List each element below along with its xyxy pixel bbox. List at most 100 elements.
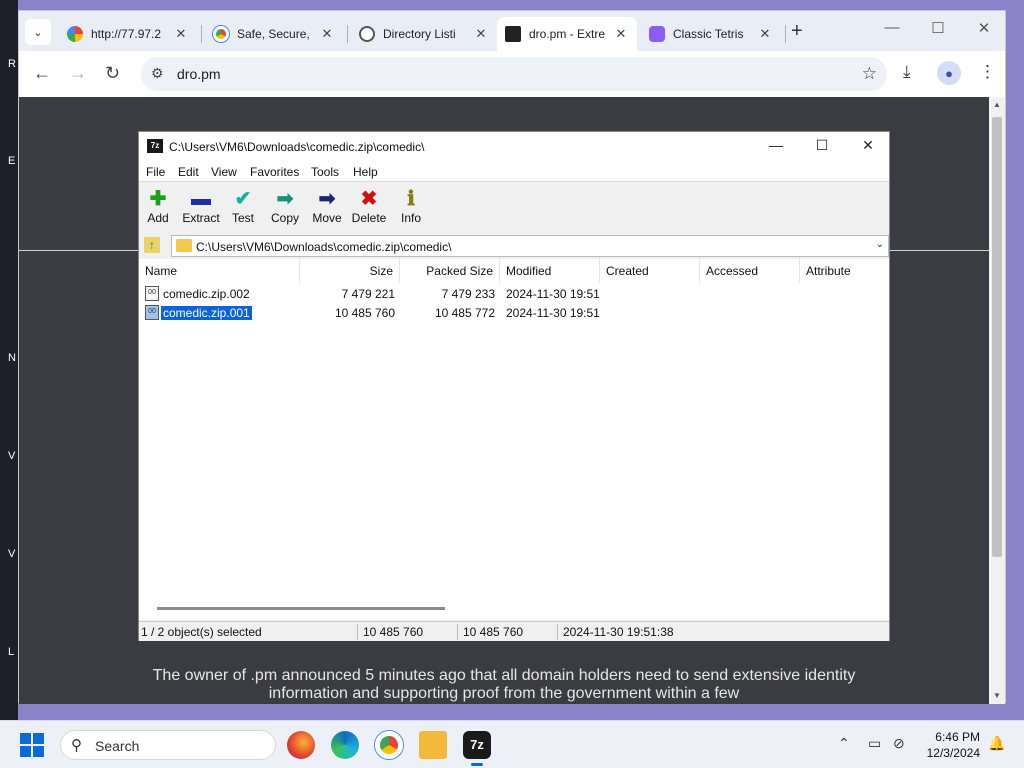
close-icon[interactable]: ✕: [969, 19, 999, 37]
taskbar-search[interactable]: ⚲ Search: [60, 730, 276, 760]
firefox-icon[interactable]: [287, 731, 315, 759]
tab-dro-pm[interactable]: dro.pm - Extre ✕: [497, 17, 637, 51]
chevron-down-icon[interactable]: ⌄: [876, 239, 884, 250]
close-icon[interactable]: ✕: [853, 137, 883, 154]
menu-view[interactable]: View: [211, 165, 237, 179]
file-modified: 2024-11-30 19:51: [506, 287, 600, 301]
chrome-icon[interactable]: [375, 731, 403, 759]
url-text[interactable]: dro.pm: [177, 66, 221, 82]
file-list: Name Size Packed Size Modified Created A…: [139, 259, 889, 620]
column-attribute[interactable]: Attribute: [800, 259, 889, 283]
file-packed-size: 10 485 772: [434, 306, 495, 320]
delete-button[interactable]: ✖ Delete: [347, 187, 391, 225]
browser-toolbar: ← → ↻ ⚙ dro.pm ☆ ⤓ ● ⋮: [19, 51, 1005, 97]
scroll-down-icon[interactable]: ▼: [993, 691, 1001, 700]
address-bar[interactable]: ⚙ dro.pm ☆: [141, 57, 887, 91]
new-tab-button[interactable]: +: [791, 20, 803, 43]
forward-arrow-icon[interactable]: →: [69, 63, 87, 84]
taskbar: ⚲ Search 7z ⌃ ▭ ⊘ 6:46 PM 12/3/2024 🔔: [0, 720, 1024, 768]
column-name[interactable]: Name: [139, 259, 300, 283]
sevenzip-taskbar-icon[interactable]: 7z: [463, 731, 491, 766]
page-scrollbar[interactable]: ▲ ▼: [989, 97, 1005, 704]
scrollbar-thumb[interactable]: [992, 117, 1002, 557]
bookmark-star-icon[interactable]: ☆: [862, 64, 877, 84]
menu-favorites[interactable]: Favorites: [250, 165, 299, 179]
info-icon: ℹ: [407, 188, 415, 210]
tab-77-97[interactable]: http://77.97.2 ✕: [59, 17, 197, 51]
tab-classic-tetris[interactable]: Classic Tetris ✕: [641, 17, 781, 51]
site-info-icon[interactable]: ⚙: [151, 65, 164, 82]
scroll-up-icon[interactable]: ▲: [993, 100, 1001, 109]
file-icon: 00: [145, 286, 159, 301]
search-placeholder: Search: [95, 738, 140, 754]
menu-edit[interactable]: Edit: [178, 165, 199, 179]
menu-kebab-icon[interactable]: ⋮: [979, 62, 996, 82]
status-packed: 10 485 760: [463, 625, 524, 639]
tab-directory-listing[interactable]: Directory Listi ✕: [351, 17, 497, 51]
column-created[interactable]: Created: [600, 259, 700, 283]
file-packed-size: 7 479 233: [441, 287, 495, 301]
add-button[interactable]: ✚ Add: [136, 187, 180, 225]
file-explorer-icon[interactable]: [419, 731, 447, 759]
desktop-edge-left: R E N V V L: [0, 0, 18, 720]
close-tab-icon[interactable]: ✕: [757, 26, 773, 42]
chevron-up-icon[interactable]: ⌃: [838, 735, 850, 752]
close-tab-icon[interactable]: ✕: [473, 26, 489, 42]
tab-safe-secure[interactable]: Safe, Secure, ✕: [205, 17, 343, 51]
menu-file[interactable]: File: [146, 165, 165, 179]
column-packed-size[interactable]: Packed Size: [400, 259, 500, 283]
volume-muted-icon[interactable]: ⊘: [893, 735, 905, 752]
table-row[interactable]: 00 comedic.zip.002 7 479 221 7 479 233 2…: [139, 285, 889, 304]
path-input[interactable]: C:\Users\VM6\Downloads\comedic.zip\comed…: [171, 235, 889, 257]
extract-button[interactable]: ▬ Extract: [179, 187, 223, 225]
reload-icon[interactable]: ↻: [105, 63, 120, 84]
arrow-right-icon: ➡: [318, 188, 336, 210]
tab-search-button[interactable]: ⌄: [25, 19, 51, 45]
horizontal-scrollbar-thumb[interactable]: [157, 607, 445, 610]
file-icon: 00: [145, 305, 159, 320]
download-icon[interactable]: ⤓: [903, 62, 911, 82]
table-row[interactable]: 00 comedic.zip.001 10 485 760 10 485 772…: [139, 304, 889, 323]
minus-icon: ▬: [191, 188, 211, 210]
windows-start-icon[interactable]: [20, 733, 44, 757]
network-icon[interactable]: ▭: [868, 735, 881, 752]
clock[interactable]: 6:46 PM 12/3/2024: [920, 729, 980, 761]
chevron-down-icon: ⌄: [33, 26, 43, 39]
status-selection: 1 / 2 object(s) selected: [141, 625, 262, 639]
sevenzip-titlebar[interactable]: 7z C:\Users\VM6\Downloads\comedic.zip\co…: [139, 132, 889, 162]
notification-bell-icon[interactable]: 🔔: [988, 735, 1005, 752]
menu-tools[interactable]: Tools: [311, 165, 339, 179]
folder-icon: [176, 239, 192, 252]
status-modified: 2024-11-30 19:51:38: [563, 625, 674, 639]
tab-strip: ⌄ http://77.97.2 ✕ Safe, Secure, ✕ Direc…: [19, 11, 1005, 51]
maximize-icon[interactable]: ☐: [807, 137, 837, 154]
close-tab-icon[interactable]: ✕: [319, 26, 335, 42]
search-icon: ⚲: [71, 737, 82, 754]
folder-up-icon[interactable]: ↑: [144, 237, 160, 253]
column-modified[interactable]: Modified: [500, 259, 600, 283]
file-size: 7 479 221: [341, 287, 395, 301]
close-tab-icon[interactable]: ✕: [173, 26, 189, 42]
move-button[interactable]: ➡ Move: [305, 187, 349, 225]
file-size: 10 485 760: [334, 306, 395, 320]
test-button[interactable]: ✔ Test: [221, 187, 265, 225]
close-tab-icon[interactable]: ✕: [613, 26, 629, 42]
domain-notice-text: The owner of .pm announced 5 minutes ago…: [152, 667, 856, 702]
status-size: 10 485 760: [363, 625, 424, 639]
back-arrow-icon[interactable]: ←: [33, 63, 51, 84]
column-size[interactable]: Size: [300, 259, 400, 283]
clock-date: 12/3/2024: [926, 746, 980, 760]
copy-button[interactable]: ➡ Copy: [263, 187, 307, 225]
minimize-icon[interactable]: —: [877, 19, 907, 36]
file-name: comedic.zip.001: [160, 305, 253, 321]
plus-icon: ✚: [149, 188, 167, 210]
maximize-icon[interactable]: ☐: [923, 19, 953, 37]
minimize-icon[interactable]: —: [761, 137, 791, 153]
info-button[interactable]: ℹ Info: [389, 187, 433, 225]
profile-avatar-icon[interactable]: ●: [937, 61, 961, 85]
path-text[interactable]: C:\Users\VM6\Downloads\comedic.zip\comed…: [196, 240, 451, 254]
x-icon: ✖: [360, 188, 378, 210]
menu-help[interactable]: Help: [353, 165, 378, 179]
column-accessed[interactable]: Accessed: [700, 259, 800, 283]
edge-icon[interactable]: [331, 731, 359, 759]
